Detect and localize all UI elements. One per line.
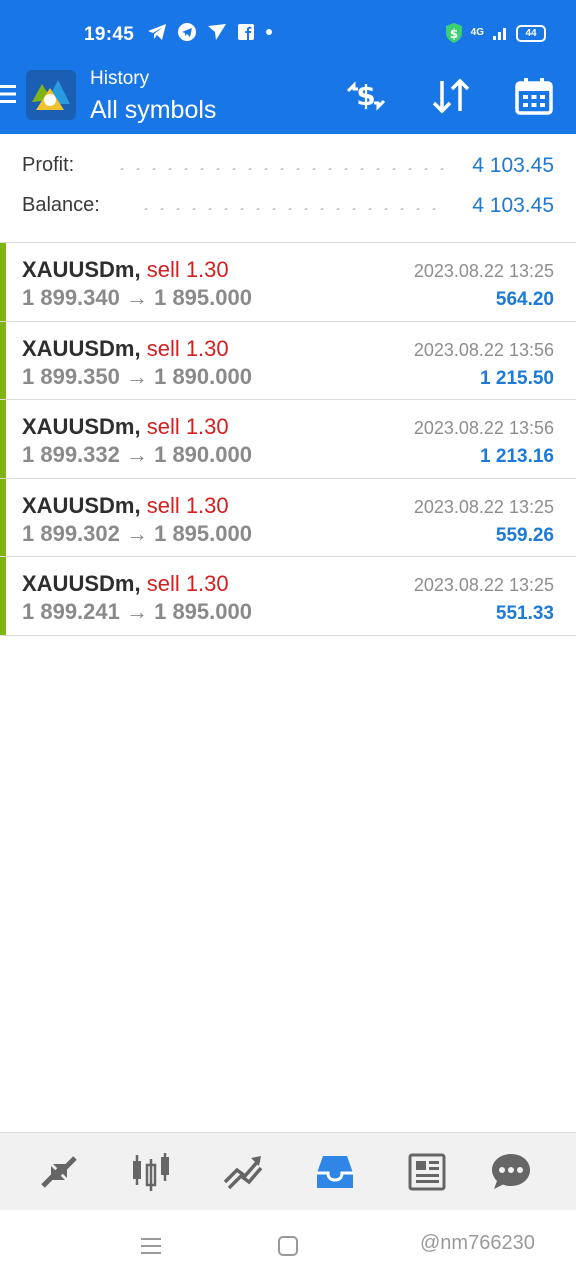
calendar-button[interactable]: [512, 74, 556, 118]
balance-row: Balance: 4 103.45: [22, 188, 554, 228]
history-icon: [317, 1156, 353, 1188]
deal-time: 2023.08.22 13:25: [413, 496, 554, 517]
battery-icon: 44: [516, 24, 546, 42]
system-navigation: @nm766230: [0, 1210, 576, 1280]
dotted-leader: [114, 168, 446, 170]
nav-chart[interactable]: [126, 1147, 176, 1197]
deal-symbol-name: XAUUSDm,: [22, 492, 141, 518]
deal-prices: 1 899.302 → 1 895.000: [22, 520, 252, 546]
deal-symbol: XAUUSDm, sell 1.30: [22, 257, 229, 283]
status-bar: 19:45 $ 4G 44: [0, 0, 576, 60]
deal-side: sell 1.30: [146, 257, 229, 282]
deal-prices: 1 899.332 → 1 890.000: [22, 442, 252, 468]
trade-icon: [223, 1156, 263, 1190]
deal-time: 2023.08.22 13:56: [413, 339, 554, 360]
currency-exchange-button[interactable]: $: [344, 74, 388, 118]
app-logo: [26, 70, 76, 120]
deal-side: sell 1.30: [146, 414, 229, 440]
home-icon[interactable]: [277, 1235, 299, 1257]
deal-time: 2023.08.22 13:25: [413, 575, 554, 596]
deal-profit: 564.20: [495, 289, 554, 310]
profit-row: Profit: 4 103.45: [22, 148, 554, 188]
deal-row[interactable]: XAUUSDm, sell 1.30 1 899.350 → 1 890.000…: [0, 321, 576, 401]
currency-exchange-icon: $: [346, 79, 386, 112]
balance-label: Balance:: [22, 194, 106, 217]
profit-label: Profit:: [22, 154, 81, 177]
deal-prices: 1 899.241 → 1 895.000: [22, 599, 252, 625]
deal-row[interactable]: XAUUSDm, sell 1.30 1 899.340 → 1 895.000…: [0, 243, 576, 322]
deal-symbol: XAUUSDm, sell 1.30: [22, 414, 229, 440]
calendar-icon: [515, 78, 553, 115]
deal-prices: 1 899.340 → 1 895.000: [22, 285, 252, 310]
deal-accent-bar: [0, 478, 6, 557]
shield-dollar-icon: $: [445, 23, 462, 43]
deal-row[interactable]: XAUUSDm, sell 1.30 1 899.332 → 1 890.000…: [0, 400, 576, 479]
deal-profit: 559.26: [495, 524, 554, 546]
deal-profit: 1 213.16: [480, 446, 554, 468]
deal-side: sell 1.30: [146, 335, 229, 361]
deal-symbol: XAUUSDm, sell 1.30: [22, 336, 229, 362]
send-icon: [208, 24, 226, 40]
nav-trade[interactable]: [218, 1147, 268, 1197]
deal-symbol-name: XAUUSDm,: [22, 335, 141, 361]
nav-history[interactable]: [310, 1147, 360, 1197]
sort-icon: [432, 78, 470, 114]
deal-side: sell 1.30: [146, 571, 229, 597]
deal-time: 2023.08.22 13:56: [413, 418, 554, 439]
profit-value: 4 103.45: [466, 154, 554, 178]
nav-news[interactable]: [402, 1147, 452, 1197]
deal-accent-bar: [0, 321, 6, 400]
svg-text:$: $: [356, 79, 375, 112]
svg-text:$: $: [449, 27, 457, 41]
facebook-icon: [238, 24, 254, 40]
news-icon: [408, 1153, 446, 1191]
deal-symbol-name: XAUUSDm,: [22, 414, 141, 440]
nav-messages[interactable]: [486, 1147, 536, 1197]
deal-accent-bar: [0, 400, 6, 478]
deal-symbol: XAUUSDm, sell 1.30: [22, 493, 229, 519]
quotes-icon: [41, 1156, 77, 1188]
system-status-icons: $ 4G 44: [445, 22, 546, 44]
page-title[interactable]: All symbols: [90, 96, 216, 125]
telegram-icon: [148, 24, 166, 40]
sort-button[interactable]: [429, 74, 473, 118]
deal-accent-bar: [0, 557, 6, 635]
dot-icon: [266, 29, 272, 35]
app-subtitle: History: [90, 68, 150, 89]
notification-icons: [147, 22, 273, 42]
messages-icon: [492, 1154, 530, 1189]
dotted-leader: [138, 208, 446, 210]
deal-time: 2023.08.22 13:25: [413, 261, 554, 281]
balance-value: 4 103.45: [466, 194, 554, 218]
telegram-circle-icon: [178, 23, 196, 41]
nav-quotes[interactable]: [34, 1147, 84, 1197]
deal-prices: 1 899.350 → 1 890.000: [22, 363, 252, 389]
chart-icon: [133, 1153, 169, 1191]
bottom-nav: [0, 1132, 576, 1210]
recent-apps-icon[interactable]: [140, 1236, 162, 1256]
network-type: 4G: [470, 27, 484, 38]
watermark-text: @nm766230: [420, 1232, 535, 1254]
deal-row[interactable]: XAUUSDm, sell 1.30 1 899.302 → 1 895.000…: [0, 478, 576, 558]
status-time: 19:45: [84, 24, 135, 45]
deal-accent-bar: [0, 243, 6, 321]
deal-symbol-name: XAUUSDm,: [22, 257, 141, 282]
deal-side: sell 1.30: [146, 492, 229, 518]
menu-icon[interactable]: [0, 83, 16, 105]
deal-profit: 551.33: [495, 603, 554, 625]
deal-row[interactable]: XAUUSDm, sell 1.30 1 899.241 → 1 895.000…: [0, 557, 576, 636]
account-summary: Profit: 4 103.45 Balance: 4 103.45: [0, 134, 576, 242]
deal-symbol-name: XAUUSDm,: [22, 571, 141, 597]
signal-icon: [493, 28, 506, 40]
app-bar: History All symbols $: [0, 60, 576, 134]
deal-list: XAUUSDm, sell 1.30 1 899.340 → 1 895.000…: [0, 242, 576, 636]
deal-symbol: XAUUSDm, sell 1.30: [22, 571, 229, 597]
deal-profit: 1 215.50: [480, 367, 554, 389]
